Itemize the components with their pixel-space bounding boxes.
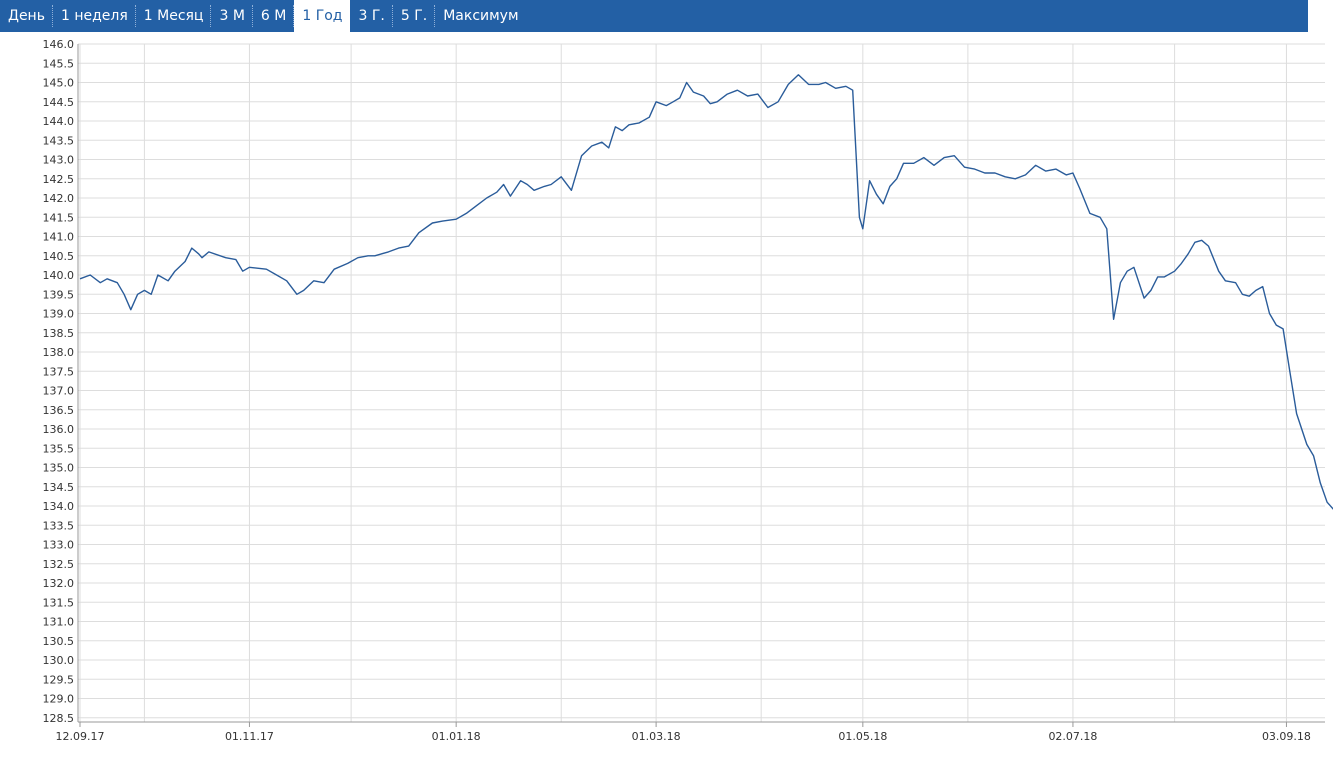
y-tick-label: 133.0: [43, 539, 75, 552]
y-tick-label: 144.5: [43, 96, 75, 109]
y-tick-label: 130.5: [43, 635, 75, 648]
y-tick-label: 135.0: [43, 462, 75, 475]
x-tick-label: 12.09.17: [56, 730, 105, 743]
y-tick-label: 135.5: [43, 442, 75, 455]
tab-1-year[interactable]: 1 Год: [294, 0, 351, 32]
y-tick-label: 141.0: [43, 231, 75, 244]
y-tick-label: 138.5: [43, 327, 75, 340]
x-tick-label: 03.09.18: [1262, 730, 1311, 743]
x-tick-label: 01.05.18: [838, 730, 887, 743]
x-tick-label: 01.01.18: [432, 730, 481, 743]
tab-maximum[interactable]: Максимум: [435, 0, 526, 32]
y-tick-label: 133.5: [43, 519, 75, 532]
y-tick-label: 138.0: [43, 346, 75, 359]
y-tick-label: 128.5: [43, 712, 75, 725]
y-tick-label: 134.5: [43, 481, 75, 494]
y-tick-label: 145.5: [43, 57, 75, 70]
y-tick-label: 144.0: [43, 115, 75, 128]
y-tick-label: 129.0: [43, 693, 75, 706]
period-tab-bar: День 1 неделя 1 Месяц 3 М 6 М 1 Год 3 Г.…: [0, 0, 1308, 32]
y-tick-label: 137.0: [43, 385, 75, 398]
y-tick-label: 134.0: [43, 500, 75, 513]
x-tick-label: 01.11.17: [225, 730, 274, 743]
y-tick-label: 139.0: [43, 308, 75, 321]
tab-3-years[interactable]: 3 Г.: [350, 0, 394, 32]
x-tick-label: 02.07.18: [1048, 730, 1097, 743]
tab-1-week[interactable]: 1 неделя: [53, 0, 136, 32]
y-tick-label: 142.0: [43, 192, 75, 205]
y-tick-label: 129.5: [43, 673, 75, 686]
y-tick-label: 131.0: [43, 616, 75, 629]
y-tick-label: 146.0: [43, 38, 75, 51]
y-tick-label: 145.0: [43, 77, 75, 90]
price-line-chart: 146.0 145.5 145.0 144.5 144.0 143.5 143.0 142.5…: [43, 38, 1333, 743]
tab-3-months[interactable]: 3 М: [211, 0, 254, 32]
y-tick-label: 132.5: [43, 558, 75, 571]
y-tick-label: 140.0: [43, 269, 75, 282]
tab-1-month[interactable]: 1 Месяц: [136, 0, 212, 32]
y-tick-label: 143.5: [43, 134, 75, 147]
y-tick-label: 131.5: [43, 596, 75, 609]
y-tick-label: 141.5: [43, 211, 75, 224]
y-tick-label: 132.0: [43, 577, 75, 590]
y-tick-label: 136.5: [43, 404, 75, 417]
y-tick-label: 140.5: [43, 250, 75, 263]
y-tick-label: 139.5: [43, 288, 75, 301]
y-tick-label: 143.0: [43, 154, 75, 167]
y-tick-label: 130.0: [43, 654, 75, 667]
y-tick-label: 136.0: [43, 423, 75, 436]
tab-5-years[interactable]: 5 Г.: [393, 0, 436, 32]
x-tick-label: 01.03.18: [632, 730, 681, 743]
y-tick-label: 142.5: [43, 173, 75, 186]
tab-day[interactable]: День: [0, 0, 53, 32]
y-tick-label: 137.5: [43, 365, 75, 378]
tab-6-months[interactable]: 6 М: [253, 0, 295, 32]
